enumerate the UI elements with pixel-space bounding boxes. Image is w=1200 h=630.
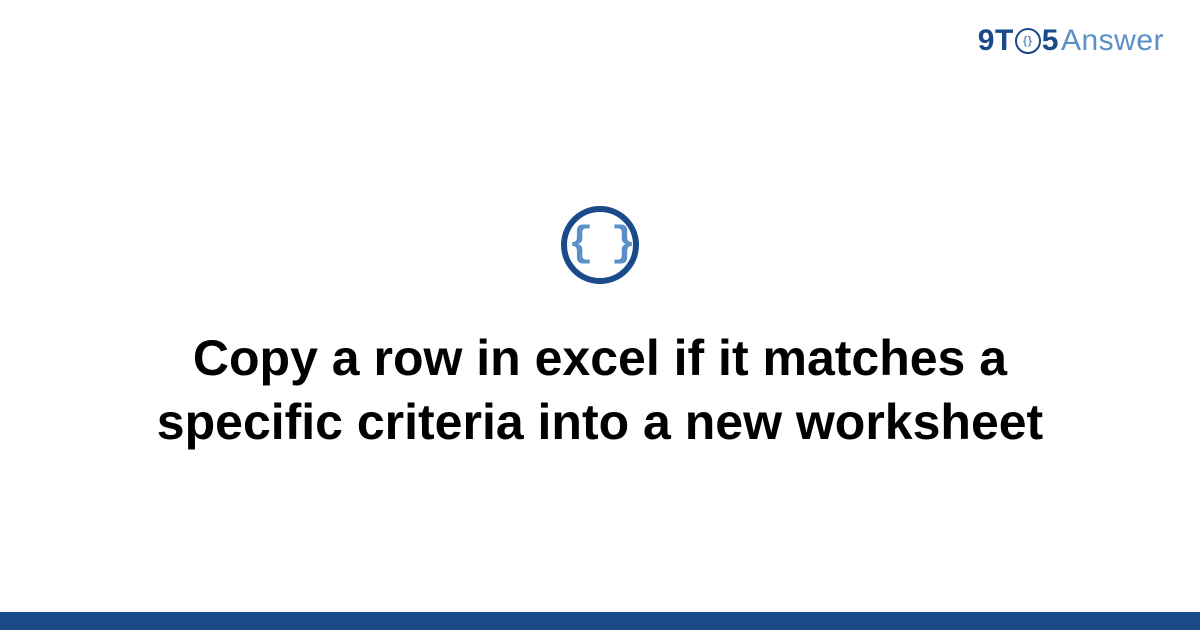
braces-icon: { } [568, 223, 632, 265]
brand-five: 5 [1042, 24, 1059, 58]
circle-icon: {} [1015, 28, 1041, 54]
braces-inner: {} [1023, 36, 1033, 47]
brand-o-icon: {} [1015, 28, 1041, 54]
footer-bar [0, 612, 1200, 630]
brand-t: T [995, 24, 1014, 58]
brand-logo: 9 T {} 5 Answer [978, 24, 1164, 58]
main-content: { } Copy a row in excel if it matches a … [0, 0, 1200, 630]
logo-badge-icon: { } [561, 206, 639, 284]
brand-answer: Answer [1061, 24, 1164, 58]
brand-nine: 9 [978, 24, 995, 58]
page-title: Copy a row in excel if it matches a spec… [100, 326, 1100, 454]
